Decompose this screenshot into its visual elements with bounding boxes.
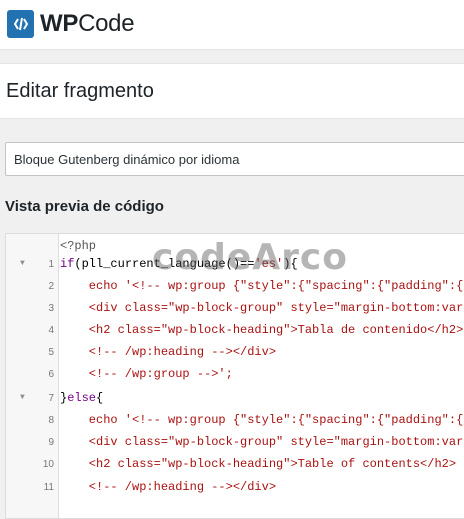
page-header: Editar fragmento (0, 63, 464, 119)
code-text: echo '<!-- wp:group {"style":{"spacing":… (60, 413, 464, 427)
code-line: 3 <div class="wp-block-group" style="mar… (6, 298, 464, 320)
php-open-tag: <?php (60, 239, 97, 253)
code-text: <!-- /wp:heading --></div> (60, 480, 277, 494)
code-text: <div class="wp-block-group" style="margi… (60, 301, 464, 315)
fold-arrow-icon[interactable]: ▼ (20, 259, 25, 268)
brand-logo: WPCode (40, 10, 135, 37)
code-text: <!-- /wp:group -->'; (60, 367, 233, 381)
code-line: 5 <!-- /wp:heading --></div> (48, 345, 277, 359)
code-line: 6 <!-- /wp:group -->'; (48, 367, 233, 381)
code-line: ▼ 7 }else{ (20, 391, 104, 405)
code-line: 8 echo '<!-- wp:group {"style":{"spacing… (6, 410, 464, 432)
code-editor[interactable]: <?php ▼ 1 if(pll_current_language()=='es… (5, 233, 464, 519)
code-text: <h2 class="wp-block-heading">Table of co… (60, 457, 457, 471)
code-line: 2 echo '<!-- wp:group {"style":{"spacing… (6, 276, 464, 298)
code-text: <div class="wp-block-group" style="margi… (60, 435, 464, 449)
code-line: 4 <h2 class="wp-block-heading">Tabla de … (48, 323, 464, 337)
code-text: <h2 class="wp-block-heading">Tabla de co… (60, 323, 464, 337)
snippet-title-input[interactable] (5, 142, 464, 176)
top-bar: WPCode (0, 0, 464, 50)
fold-arrow-icon[interactable]: ▼ (20, 393, 25, 402)
code-text: }else{ (60, 391, 104, 405)
code-line: 9 <div class="wp-block-group" style="mar… (6, 432, 464, 454)
code-line: ▼ 1 if(pll_current_language()=='es'){ (20, 257, 298, 271)
wpcode-logo-icon (7, 10, 34, 38)
code-text: if(pll_current_language()=='es'){ (60, 257, 298, 271)
code-text: echo '<!-- wp:group {"style":{"spacing":… (60, 279, 464, 293)
code-line: 11 <!-- /wp:heading --></div> (43, 480, 277, 494)
page-title: Editar fragmento (6, 80, 154, 102)
code-preview-label: Vista previa de código (5, 198, 164, 215)
code-line: 10 <h2 class="wp-block-heading">Table of… (42, 457, 457, 471)
code-text: <!-- /wp:heading --></div> (60, 345, 277, 359)
